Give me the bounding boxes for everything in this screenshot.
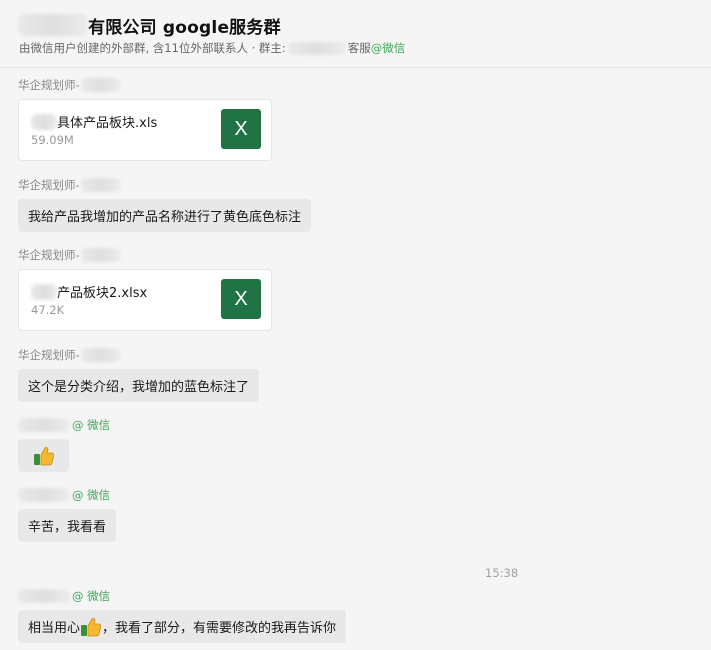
message-sender: @ 微信 bbox=[18, 588, 110, 604]
sender-wechat-tag[interactable]: @ 微信 bbox=[72, 417, 110, 433]
chat-title[interactable]: 有限公司 google服务群 bbox=[88, 13, 281, 38]
thumbs-up-icon bbox=[33, 446, 55, 466]
message-text: 这个是分类介绍，我增加的蓝色标注了 bbox=[28, 380, 250, 395]
message-sender: 华企规划师- bbox=[18, 247, 121, 263]
redacted-owner-name bbox=[287, 41, 346, 55]
subtitle-wechat-tag: @微信 bbox=[370, 41, 406, 55]
message-sender: 华企规划师- bbox=[18, 177, 121, 193]
message-text: 辛苦，我看看 bbox=[28, 520, 107, 535]
sender-name[interactable]: 华企规划师- bbox=[18, 347, 80, 363]
message-sender: 华企规划师- bbox=[18, 77, 121, 93]
message-sender: @ 微信 bbox=[18, 417, 110, 433]
file-size: 47.2K bbox=[31, 303, 65, 317]
message-sender: @ 微信 bbox=[18, 487, 110, 503]
message-bubble[interactable]: 这个是分类介绍，我增加的蓝色标注了 bbox=[18, 369, 260, 402]
message-bubble[interactable]: 辛苦，我看看 bbox=[18, 509, 117, 542]
message-text: 我给产品我增加的产品名称进行了黄色底色标注 bbox=[28, 210, 302, 225]
file-name-row: 具体产品板块.xls bbox=[31, 112, 157, 131]
thumbs-up-icon bbox=[80, 617, 102, 637]
redacted-company-name bbox=[18, 14, 88, 36]
sender-name[interactable]: 华企规划师- bbox=[18, 177, 80, 193]
redacted-sender-name bbox=[80, 348, 121, 362]
redacted-file-prefix bbox=[31, 283, 57, 300]
file-size: 59.09M bbox=[31, 133, 74, 147]
file-name: 具体产品板块.xls bbox=[57, 116, 158, 131]
chat-header: 有限公司 google服务群 由微信用户创建的外部群, 含11位外部联系人 · … bbox=[0, 0, 711, 68]
excel-file-icon: X bbox=[221, 279, 261, 319]
message-sender: 华企规划师- bbox=[18, 347, 121, 363]
redacted-file-prefix bbox=[31, 113, 57, 130]
redacted-sender-name bbox=[18, 589, 70, 603]
message-bubble[interactable]: 相当用心 ，我看了部分，有需要修改的我再告诉你 bbox=[18, 610, 347, 643]
subtitle-suffix: 客服 bbox=[347, 41, 371, 55]
file-name-row: 产品板块2.xlsx bbox=[31, 282, 147, 301]
excel-file-icon: X bbox=[221, 109, 261, 149]
message-bubble[interactable]: 我给产品我增加的产品名称进行了黄色底色标注 bbox=[18, 199, 312, 232]
redacted-sender-name bbox=[80, 78, 121, 92]
sender-name[interactable]: 华企规划师- bbox=[18, 77, 80, 93]
sender-name[interactable]: 华企规划师- bbox=[18, 247, 80, 263]
sender-wechat-tag[interactable]: @ 微信 bbox=[72, 487, 110, 503]
redacted-sender-name bbox=[18, 488, 70, 502]
message-text: ，我看了部分，有需要修改的我再告诉你 bbox=[102, 621, 337, 636]
chat-subtitle: 由微信用户创建的外部群, 含11位外部联系人 · 群主: 客服 @微信 bbox=[19, 40, 405, 56]
message-bubble[interactable] bbox=[18, 439, 69, 472]
redacted-sender-name bbox=[80, 248, 121, 262]
subtitle-prefix: 由微信用户创建的外部群, 含11位外部联系人 · 群主: bbox=[19, 41, 286, 55]
chat-title-row: 有限公司 google服务群 bbox=[18, 12, 281, 38]
file-name: 产品板块2.xlsx bbox=[57, 286, 148, 301]
sender-wechat-tag[interactable]: @ 微信 bbox=[72, 588, 110, 604]
message-text: 相当用心 bbox=[28, 621, 81, 636]
redacted-sender-name bbox=[80, 178, 121, 192]
file-attachment[interactable]: 产品板块2.xlsx 47.2K X bbox=[18, 269, 272, 331]
redacted-sender-name bbox=[18, 418, 70, 432]
message-timestamp: 15:38 bbox=[485, 566, 519, 580]
file-attachment[interactable]: 具体产品板块.xls 59.09M X bbox=[18, 99, 272, 161]
